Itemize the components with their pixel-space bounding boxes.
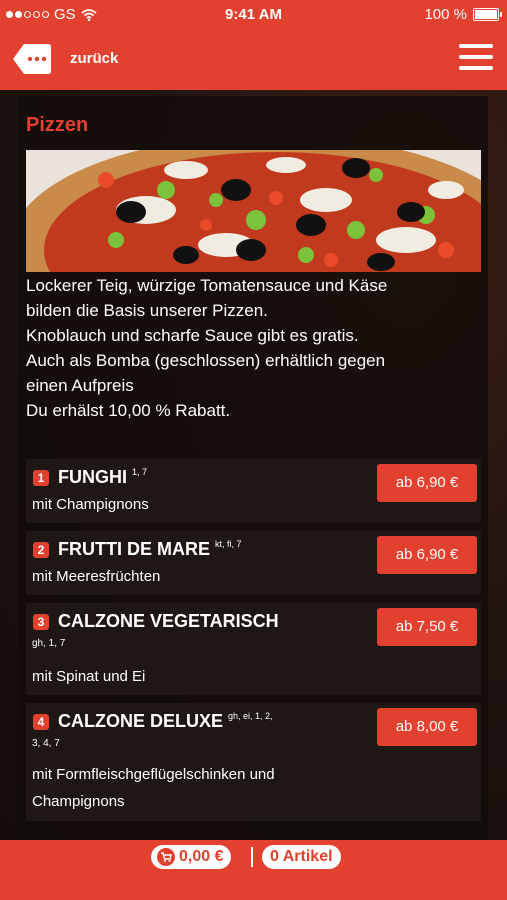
status-bar: GS 9:41 AM 100 % [0, 0, 507, 30]
item-allergens: gh, ei, 1, 2, [228, 711, 273, 721]
price-button[interactable]: ab 7,50 € [377, 608, 477, 646]
menu-item[interactable]: 3 CALZONE VEGETARISCH gh, 1, 7 mit Spina… [26, 603, 481, 695]
description-line: Auch als Bomba (geschlossen) erhältlich … [26, 351, 386, 370]
item-name: FUNGHI 1, 7 [58, 467, 147, 488]
item-allergens-continued: 3, 4, 7 [32, 738, 60, 749]
footer-divider [251, 847, 253, 867]
item-description: mit Champignons [32, 496, 149, 513]
menu-item[interactable]: 1 FUNGHI 1, 7 mit Champignons ab 6,90 € [26, 459, 481, 523]
back-label[interactable]: zurück [70, 50, 118, 67]
item-number-badge: 2 [33, 542, 49, 558]
price-button[interactable]: ab 6,90 € [377, 536, 477, 574]
item-name-text: FRUTTI DE MARE [58, 539, 210, 559]
description-line: einen Aufpreis [26, 376, 134, 395]
pizza-image [26, 150, 481, 272]
footer-bar: 0,00 € 0 Artikel [0, 840, 507, 900]
menu-icon[interactable] [459, 44, 493, 74]
item-name: CALZONE VEGETARISCH [58, 611, 279, 632]
item-allergens: 1, 7 [132, 467, 148, 477]
section-description: Lockerer Teig, würzige Tomatensauce und … [26, 273, 486, 423]
battery-icon [473, 8, 502, 21]
item-allergens: kt, fi, 7 [215, 539, 242, 549]
menu-item[interactable]: 4 CALZONE DELUXE gh, ei, 1, 2, 3, 4, 7 m… [26, 703, 481, 821]
item-name-text: CALZONE VEGETARISCH [58, 611, 279, 631]
menu-item[interactable]: 2 FRUTTI DE MARE kt, fi, 7 mit Meeresfrü… [26, 531, 481, 595]
price-button[interactable]: ab 6,90 € [377, 464, 477, 502]
price-button[interactable]: ab 8,00 € [377, 708, 477, 746]
description-line: Du erhälst 10,00 % Rabatt. [26, 401, 231, 420]
description-line: Knoblauch und scharfe Sauce gibt es grat… [26, 326, 359, 345]
article-count[interactable]: 0 Artikel [262, 845, 341, 869]
item-name: CALZONE DELUXE gh, ei, 1, 2, [58, 711, 273, 732]
nav-bar: zurück [0, 30, 507, 90]
item-allergens: gh, 1, 7 [32, 638, 66, 649]
cart-icon [157, 848, 175, 866]
item-description: Champignons [32, 793, 125, 810]
section-title: Pizzen [26, 114, 89, 136]
item-number-badge: 4 [33, 714, 49, 730]
item-number-badge: 3 [33, 614, 49, 630]
back-icon[interactable] [12, 42, 52, 76]
item-name: FRUTTI DE MARE kt, fi, 7 [58, 539, 242, 560]
cart-button[interactable]: 0,00 € [151, 845, 232, 869]
item-description: mit Meeresfrüchten [32, 568, 161, 585]
item-name-text: CALZONE DELUXE [58, 711, 224, 731]
item-name-text: FUNGHI [58, 467, 127, 487]
cart-total: 0,00 € [179, 848, 224, 865]
status-right: 100 % [424, 6, 502, 23]
item-number-badge: 1 [33, 470, 49, 486]
item-description: mit Formfleischgeflügelschinken und [32, 766, 275, 783]
item-description: mit Spinat und Ei [32, 668, 146, 685]
description-line: Lockerer Teig, würzige Tomatensauce und … [26, 276, 388, 295]
description-line: bilden die Basis unserer Pizzen. [26, 301, 268, 320]
battery-label: 100 % [424, 6, 467, 23]
